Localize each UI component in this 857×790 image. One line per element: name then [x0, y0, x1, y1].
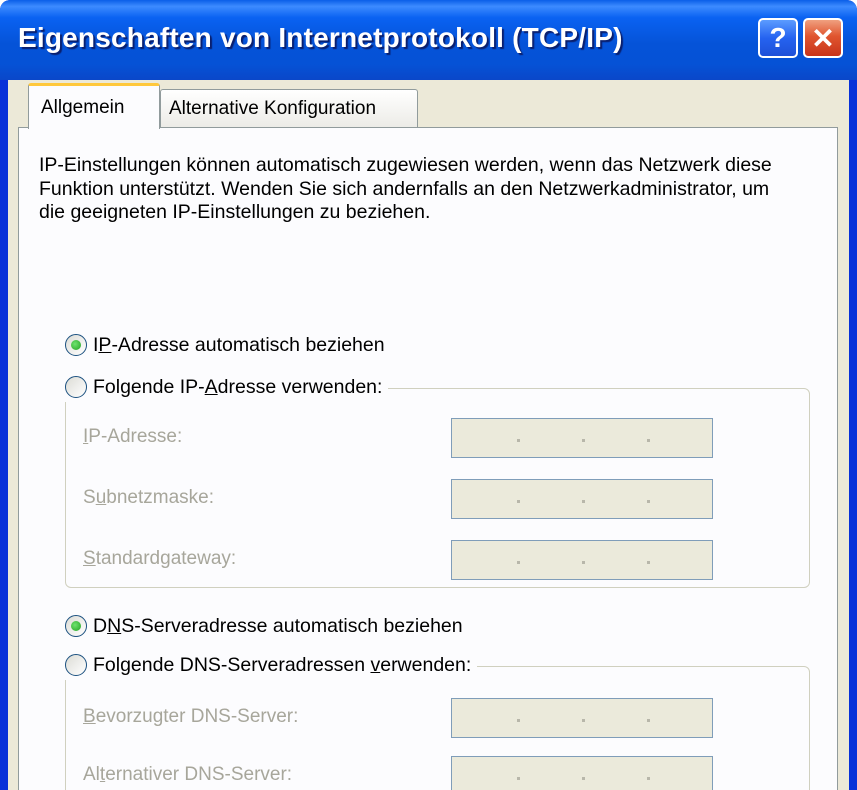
radio-dot-icon: [71, 621, 81, 631]
tab-label: Alternative Konfiguration: [169, 98, 377, 119]
tab-label: Allgemein: [41, 96, 125, 118]
preferred-dns-label: Bevorzugter DNS-Server:: [83, 706, 298, 728]
octet-separator: [647, 561, 650, 564]
tab-allgemein[interactable]: Allgemein: [28, 83, 160, 129]
alternate-dns-label: Alternativer DNS-Server:: [83, 764, 292, 786]
octet-separator: [582, 500, 585, 503]
help-icon: ?: [769, 22, 787, 53]
label-part: bnetzmaske:: [106, 487, 214, 508]
octet-separator: [647, 777, 650, 780]
default-gateway-field[interactable]: [451, 540, 713, 580]
octet-separator: [582, 719, 585, 722]
octet-separator: [647, 439, 650, 442]
label-part: dresse verwenden:: [217, 375, 383, 398]
octet-separator: [517, 719, 520, 722]
radio-dns-auto-label: DNS-Serveradresse automatisch beziehen: [93, 615, 463, 638]
radio-dns-auto[interactable]: DNS-Serveradresse automatisch beziehen: [65, 611, 469, 641]
window-title: Eigenschaften von Internetprotokoll (TCP…: [18, 22, 623, 53]
octet-separator: [517, 777, 520, 780]
dialog-client-area: Allgemein Alternative Konfiguration IP-E…: [8, 80, 849, 790]
label-part: P-Adresse:: [88, 426, 183, 447]
tab-alternative-konfiguration[interactable]: Alternative Konfiguration: [160, 89, 418, 128]
radio-dns-manual-label: Folgende DNS-Serveradressen verwenden:: [93, 654, 471, 677]
preferred-dns-field[interactable]: [451, 698, 713, 738]
radio-dot-icon: [71, 340, 81, 350]
octet-separator: [582, 777, 585, 780]
octet-separator: [647, 500, 650, 503]
octet-separator: [647, 719, 650, 722]
help-button[interactable]: ?: [758, 18, 798, 58]
label-part: tandardgateway:: [95, 548, 237, 569]
label-part: Folgende DNS-Serveradressen: [93, 653, 371, 676]
octet-separator: [517, 439, 520, 442]
radio-dns-manual[interactable]: Folgende DNS-Serveradressen verwenden:: [65, 650, 478, 680]
label-part: -Adresse automatisch beziehen: [111, 333, 385, 356]
dialog-window: Eigenschaften von Internetprotokoll (TCP…: [0, 0, 857, 790]
radio-button-unchecked[interactable]: [65, 654, 87, 676]
radio-button-checked[interactable]: [65, 334, 87, 356]
label-part: evorzugter DNS-Server:: [95, 706, 299, 727]
accelerator-key: B: [83, 706, 96, 727]
label-part: erwenden:: [380, 653, 472, 676]
close-button[interactable]: ✕: [803, 18, 843, 58]
octet-separator: [582, 561, 585, 564]
accelerator-key: N: [107, 614, 122, 637]
octet-separator: [517, 500, 520, 503]
accelerator-key: A: [204, 375, 218, 398]
accelerator-key: u: [95, 487, 107, 508]
radio-ip-auto[interactable]: IP-Adresse automatisch beziehen: [65, 330, 391, 360]
accelerator-key: P: [98, 333, 112, 356]
close-icon: ✕: [811, 22, 835, 54]
radio-ip-manual-label: Folgende IP-Adresse verwenden:: [93, 376, 382, 399]
subnet-mask-label: Subnetzmaske:: [83, 487, 214, 509]
octet-separator: [517, 561, 520, 564]
label-part: ernativer DNS-Server:: [105, 764, 293, 785]
accelerator-key: v: [370, 653, 381, 676]
label-part: S: [83, 487, 96, 508]
radio-button-unchecked[interactable]: [65, 376, 87, 398]
radio-ip-manual[interactable]: Folgende IP-Adresse verwenden:: [65, 372, 389, 402]
description-text: IP-Einstellungen können automatisch zuge…: [39, 154, 772, 223]
accelerator-key: S: [83, 548, 96, 569]
label-part: Folgende IP-: [93, 375, 205, 398]
title-bar[interactable]: Eigenschaften von Internetprotokoll (TCP…: [0, 0, 857, 80]
radio-button-checked[interactable]: [65, 615, 87, 637]
ip-address-field[interactable]: [451, 418, 713, 458]
alternate-dns-field[interactable]: [451, 756, 713, 790]
tab-panel-allgemein: IP-Einstellungen können automatisch zuge…: [18, 127, 838, 790]
default-gateway-label: Standardgateway:: [83, 548, 236, 570]
label-part: D: [93, 614, 108, 637]
label-part: Al: [83, 764, 100, 785]
ip-address-label: IP-Adresse:: [83, 426, 182, 448]
label-part: S-Serveradresse automatisch beziehen: [121, 614, 463, 637]
octet-separator: [582, 439, 585, 442]
radio-ip-auto-label: IP-Adresse automatisch beziehen: [93, 334, 385, 357]
subnet-mask-field[interactable]: [451, 479, 713, 519]
